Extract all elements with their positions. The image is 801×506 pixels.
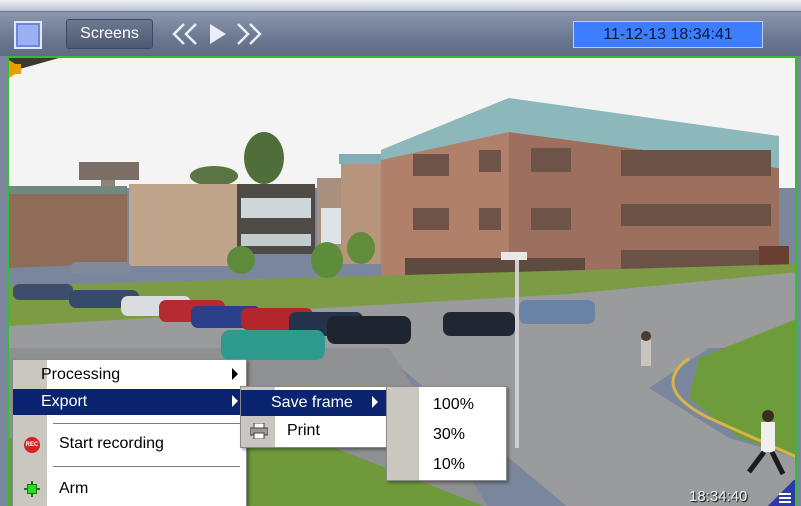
menu-icon[interactable]	[767, 480, 795, 506]
printer-icon	[250, 423, 268, 439]
toolbar: Screens 11-12-13 18:34:41	[0, 12, 801, 56]
menu-separator	[53, 466, 240, 467]
menu-item-label: 100%	[433, 396, 474, 413]
menu-item-size-10[interactable]: 10%	[387, 452, 506, 478]
menu-item-label: 30%	[433, 426, 466, 443]
menu-item-save-frame[interactable]: Save frame	[241, 390, 386, 416]
video-timestamp: 18:34:40	[689, 488, 748, 505]
record-icon: REC	[24, 437, 40, 453]
menu-item-label: 10%	[433, 456, 466, 473]
menu-item-export[interactable]: Export	[13, 389, 246, 415]
double-chevron-left-icon[interactable]	[170, 20, 200, 48]
menu-item-size-100[interactable]: 100%	[387, 392, 506, 418]
menu-item-label: Save frame	[271, 394, 353, 411]
menu-item-print[interactable]: Print	[241, 418, 386, 444]
context-menu: Processing Export REC Start recording Ar…	[12, 359, 247, 506]
menu-item-label: Processing	[41, 366, 121, 383]
menu-separator	[53, 423, 240, 424]
export-submenu: Save frame Print	[240, 386, 387, 448]
menu-item-processing[interactable]: Processing	[13, 362, 246, 388]
submenu-arrow-icon	[372, 396, 378, 408]
play-icon[interactable]	[206, 20, 230, 48]
menu-item-label: Print	[287, 422, 320, 439]
datetime-display: 11-12-13 18:34:41	[573, 21, 763, 48]
double-chevron-right-icon[interactable]	[234, 20, 264, 48]
menu-item-arm[interactable]: Arm	[13, 476, 246, 502]
menu-item-start-recording[interactable]: REC Start recording	[13, 431, 246, 457]
submenu-arrow-icon	[232, 368, 238, 380]
menu-item-label: Export	[41, 393, 88, 410]
save-frame-submenu: 100% 30% 10%	[386, 386, 507, 481]
arm-icon	[24, 481, 40, 497]
menu-item-size-30[interactable]: 30%	[387, 422, 506, 448]
speaker-icon[interactable]	[9, 58, 23, 80]
layout-toggle-button[interactable]	[14, 21, 42, 49]
window-top-edge	[0, 0, 801, 12]
menu-item-label: Arm	[59, 480, 89, 497]
screens-button[interactable]: Screens	[66, 19, 153, 49]
submenu-arrow-icon	[232, 395, 238, 407]
menu-item-label: Start recording	[59, 435, 164, 452]
